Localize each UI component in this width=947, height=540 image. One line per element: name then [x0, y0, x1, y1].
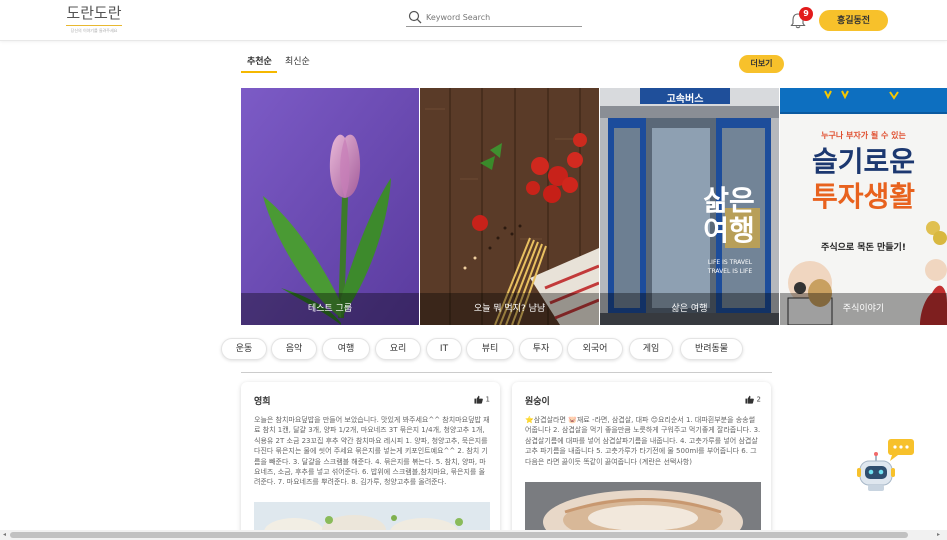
like-count: 1: [485, 395, 490, 404]
like-count: 2: [756, 395, 761, 404]
tulip-image: [241, 88, 419, 325]
logo[interactable]: 도란도란 당신의 이야기를 들려주세요: [66, 4, 122, 38]
post-author: 원숭이: [525, 397, 550, 407]
banner-caption: 테스트 그룹: [241, 293, 419, 325]
logo-subtitle: 당신의 이야기를 들려주세요: [66, 25, 122, 34]
thumbs-up-icon: [473, 395, 483, 404]
section-divider: [241, 372, 772, 373]
category-chip-pets[interactable]: 반려동물: [680, 338, 743, 360]
banner-headline-1: 슬기로운: [811, 145, 916, 178]
category-chip-travel[interactable]: 여행: [322, 338, 370, 360]
banner-card-food[interactable]: 오늘 뭐 먹지? 냠냠: [420, 88, 599, 325]
tab-recommended[interactable]: 추천순: [247, 54, 272, 67]
search-icon[interactable]: [408, 10, 422, 24]
food-image: [420, 88, 599, 325]
banner-sub-text: 주식으로 목돈 만들기!: [821, 243, 906, 253]
top-header: 도란도란 당신의 이야기를 들려주세요 9 홍길동전: [0, 0, 947, 41]
category-chip-invest[interactable]: 투자: [519, 338, 563, 360]
like-counter[interactable]: 1: [473, 395, 490, 404]
post-text: 오늘은 참치마요덮밥을 만들어 보았습니다. 맛있게 봐주세요^^ 참치마요덮밥…: [254, 416, 490, 487]
banner-caption: 오늘 뭐 먹지? 냠냠: [420, 293, 599, 325]
user-profile-button[interactable]: 홍길동전: [819, 10, 888, 31]
more-button[interactable]: 더보기: [739, 55, 784, 73]
banner-headline-2: 투자생활: [811, 180, 916, 213]
like-counter[interactable]: 2: [744, 395, 761, 404]
category-chip-cooking[interactable]: 요리: [375, 338, 421, 360]
banner-card-stock[interactable]: 누구나 부자가 될 수 있는 슬기로운 투자생활 주식으로 목돈 만들기! 주식…: [780, 88, 947, 325]
thumbs-up-icon: [744, 395, 754, 404]
scroll-right-icon[interactable]: ▸: [937, 531, 940, 538]
logo-text: 도란도란: [66, 4, 122, 22]
notification-badge: 9: [799, 7, 813, 21]
banner-overlay-sub: LIFE IS TRAVEL TRAVEL IS LIFE: [707, 259, 753, 275]
horizontal-scrollbar[interactable]: ◂ ▸: [0, 530, 947, 540]
scrollbar-thumb[interactable]: [10, 532, 908, 538]
category-chip-game[interactable]: 게임: [629, 338, 673, 360]
banner-caption: 삶은 여행: [600, 293, 779, 325]
tab-latest[interactable]: 최신순: [285, 54, 310, 67]
chatbot-icon[interactable]: [856, 437, 916, 493]
banner-top-text: 누구나 부자가 될 수 있는: [821, 131, 906, 140]
active-tab-indicator: [241, 71, 277, 73]
post-card[interactable]: 영희 1 오늘은 참치마요덮밥을 만들어 보았습니다. 맛있게 봐주세요^^ 참…: [241, 382, 500, 540]
post-author: 영희: [254, 397, 271, 407]
banner-card-test-group[interactable]: 테스트 그룹: [241, 88, 419, 325]
category-chip-beauty[interactable]: 뷰티: [466, 338, 514, 360]
category-chip-exercise[interactable]: 운동: [221, 338, 267, 360]
category-chip-it[interactable]: IT: [426, 338, 462, 360]
post-card[interactable]: 원숭이 2 ⭐삼겹살라면 🐷재료 -라면, 삼겹살, 대파 😊요리순서 1. 대…: [512, 382, 771, 540]
search-bar: [406, 9, 582, 27]
banner-sign: 고속버스: [666, 94, 704, 105]
banner-overlay-title: 삶은 여행: [703, 184, 755, 247]
search-input[interactable]: [426, 10, 576, 24]
category-chip-language[interactable]: 외국어: [567, 338, 623, 360]
category-chip-music[interactable]: 음악: [271, 338, 317, 360]
banner-caption: 주식이야기: [780, 293, 947, 325]
scroll-left-icon[interactable]: ◂: [3, 531, 6, 538]
banner-card-travel[interactable]: 고속버스 삶은 여행 LIFE IS TRAVEL TRAVEL IS LIFE…: [600, 88, 779, 325]
post-text: ⭐삼겹살라면 🐷재료 -라면, 삼겹살, 대파 😊요리순서 1. 대파흰부분을 …: [525, 416, 761, 466]
